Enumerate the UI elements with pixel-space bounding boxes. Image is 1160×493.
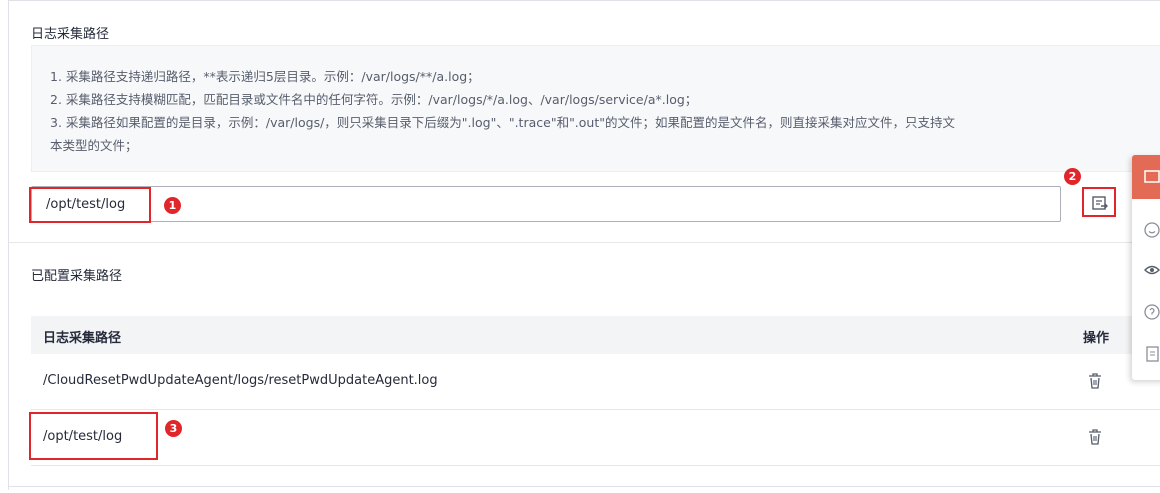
tip-line: 2. 采集路径支持模糊匹配，匹配目录或文件名中的任何字符。示例：/var/log…	[50, 92, 698, 107]
annotation-badge: 2	[1064, 168, 1081, 185]
document-icon[interactable]	[1142, 344, 1160, 364]
row-path: /CloudResetPwdUpdateAgent/logs/resetPwdU…	[43, 373, 438, 388]
collection-path-title: 日志采集路径	[31, 27, 110, 42]
tip-line: 1. 采集路径支持递归路径，**表示递归5层目录。示例：/var/logs/**…	[50, 69, 480, 84]
annotation-badge: 3	[165, 420, 182, 437]
annotation-badge: 1	[164, 197, 181, 214]
tip-line: 3. 采集路径如果配置的是目录，示例：/var/logs/，则只采集目录下后缀为…	[50, 115, 956, 130]
configured-paths-title: 已配置采集路径	[31, 269, 123, 284]
help-icon[interactable]	[1142, 302, 1160, 322]
trash-icon[interactable]	[1087, 372, 1103, 390]
side-panel-top-button[interactable]	[1132, 155, 1160, 199]
configured-paths-table: 日志采集路径 操作 /CloudResetPwdUpdateAgent/logs…	[31, 316, 1160, 466]
smile-icon[interactable]	[1142, 220, 1160, 240]
annotation-highlight-add	[1082, 187, 1116, 217]
path-input[interactable]: /opt/test/log	[31, 186, 1061, 222]
section-divider	[8, 242, 1160, 243]
floating-side-panel	[1132, 155, 1160, 380]
message-icon	[1144, 170, 1160, 183]
annotation-highlight-input	[29, 187, 151, 223]
bottom-border	[8, 486, 1160, 487]
eye-icon[interactable]	[1142, 260, 1160, 280]
table-row: /opt/test/log	[31, 410, 1160, 466]
table-header: 日志采集路径 操作	[31, 316, 1160, 354]
column-header-path: 日志采集路径	[43, 331, 122, 346]
annotation-highlight-row	[29, 412, 158, 460]
tips-box: 1. 采集路径支持递归路径，**表示递归5层目录。示例：/var/logs/**…	[31, 45, 1160, 172]
table-row: /CloudResetPwdUpdateAgent/logs/resetPwdU…	[31, 354, 1160, 410]
tip-line: 本类型的文件；	[50, 138, 138, 153]
column-header-operation: 操作	[1083, 331, 1110, 346]
trash-icon[interactable]	[1087, 428, 1103, 446]
